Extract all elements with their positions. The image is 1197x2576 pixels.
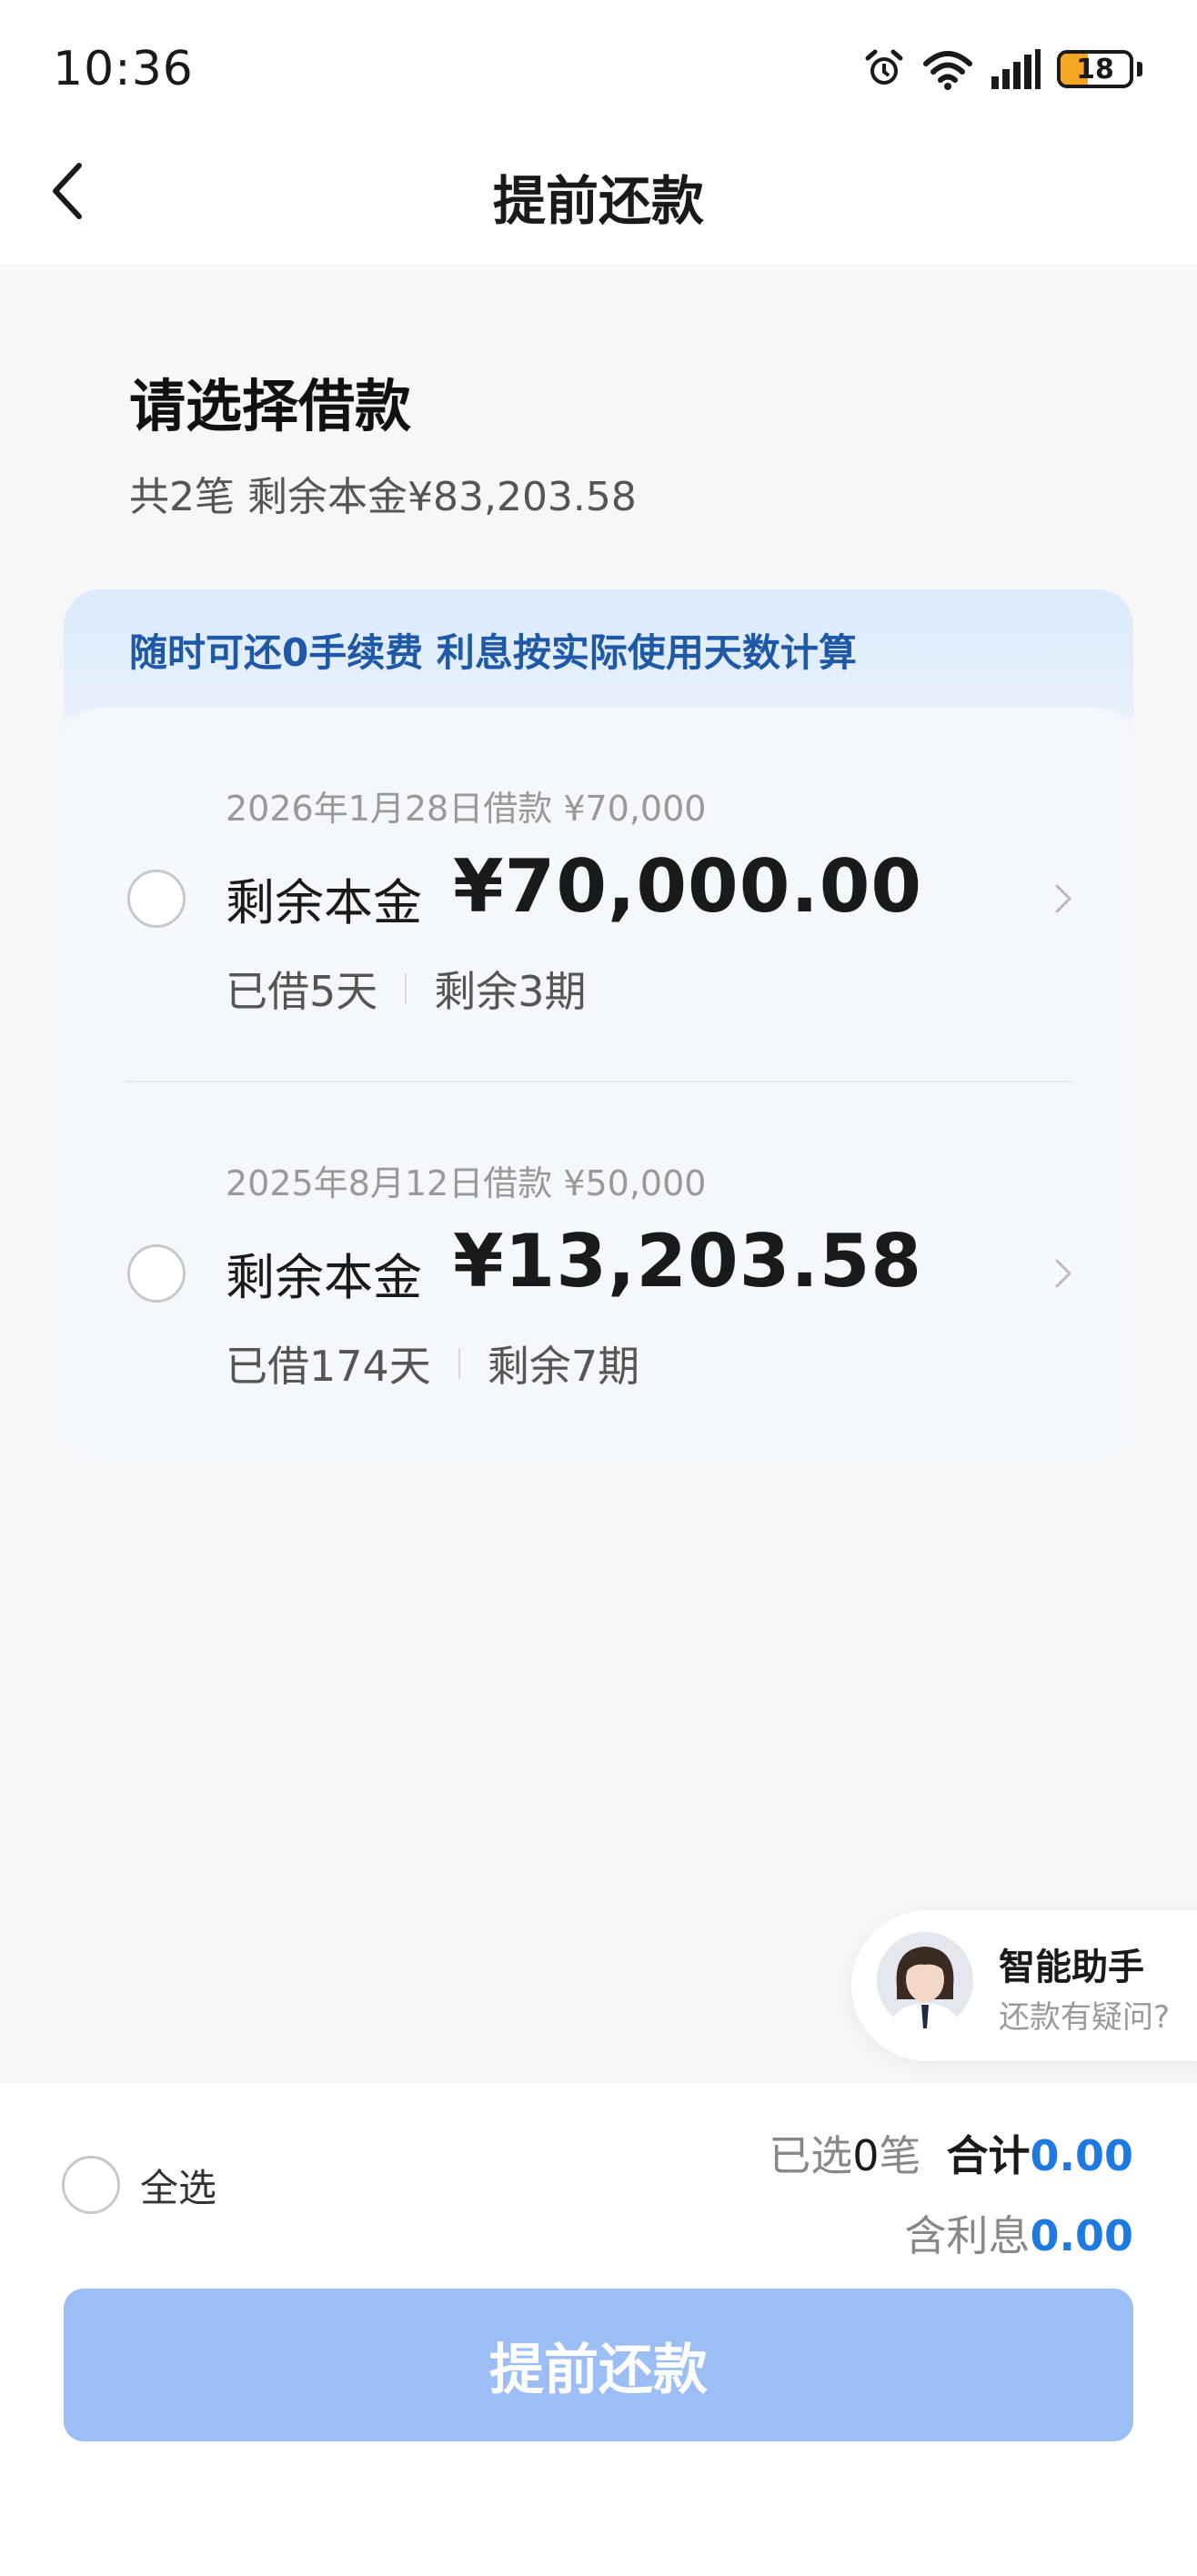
assistant-avatar [877, 1932, 973, 2028]
loan-days: 已借174天 [226, 1342, 431, 1391]
interest-label: 含利息 [904, 2211, 1031, 2260]
loan-principal-label: 剩余本金 [226, 874, 422, 931]
selected-suffix: 笔 [879, 2131, 921, 2180]
avatar-icon [877, 1932, 973, 2028]
selected-prefix: 已选 [769, 2131, 853, 2180]
signal-icon [991, 49, 1041, 89]
loan-date: 2025年8月12日借款 ¥50,000 [226, 1163, 707, 1203]
total-label: 合计 [946, 2131, 1031, 2180]
status-icons: 18 [862, 47, 1142, 91]
loan-checkbox[interactable] [127, 1244, 186, 1303]
loan-item[interactable]: 2026年1月28日借款 ¥70,000 剩余本金 ¥70,000.00 已借5… [64, 708, 1133, 1082]
prepay-button[interactable]: 提前还款 [64, 2289, 1133, 2441]
status-time: 10:36 [53, 42, 194, 96]
select-all-label: 全选 [140, 2165, 217, 2210]
section-subtitle: 共2笔 剩余本金¥83,203.58 [129, 474, 637, 520]
select-all-checkbox[interactable] [62, 2156, 120, 2214]
chevron-right-icon [1055, 884, 1071, 913]
payment-summary: 已选0笔 合计0.00 含利息0.00 [769, 2123, 1133, 2263]
selected-count: 0 [852, 2131, 880, 2180]
loan-meta: 已借174天 剩余7期 [226, 1333, 639, 1394]
loan-days: 已借5天 [226, 967, 378, 1016]
alarm-icon [865, 49, 903, 85]
assistant-subtitle: 还款有疑问? [999, 1999, 1171, 2036]
loan-periods: 剩余3期 [434, 967, 587, 1016]
loan-list: 2026年1月28日借款 ¥70,000 剩余本金 ¥70,000.00 已借5… [64, 708, 1133, 1463]
fee-banner: 随时可还0手续费 利息按实际使用天数计算 [129, 630, 857, 675]
loan-periods: 剩余7期 [487, 1342, 640, 1391]
total-value: 0.00 [1030, 2131, 1134, 2180]
page-title: 提前还款 [492, 170, 704, 232]
loan-item[interactable]: 2025年8月12日借款 ¥50,000 剩余本金 ¥13,203.58 已借1… [64, 1082, 1133, 1455]
loan-meta: 已借5天 剩余3期 [226, 959, 587, 1019]
battery-icon: 18 [1057, 50, 1133, 88]
summary-interest: 含利息0.00 [769, 2203, 1134, 2263]
loan-principal-amount: ¥13,203.58 [453, 1219, 923, 1303]
loan-date: 2026年1月28日借款 ¥70,000 [226, 789, 707, 829]
loans-card: 随时可还0手续费 利息按实际使用天数计算 2026年1月28日借款 ¥70,00… [64, 589, 1133, 1463]
assistant-widget[interactable]: 智能助手 还款有疑问? [851, 1910, 1197, 2061]
battery-tip [1137, 62, 1142, 76]
nav-bar: 提前还款 [0, 146, 1197, 264]
loan-checkbox[interactable] [127, 870, 186, 928]
assistant-title: 智能助手 [999, 1947, 1144, 1988]
wifi-icon [923, 51, 972, 90]
meta-divider [458, 1348, 460, 1379]
battery-level: 18 [1076, 53, 1114, 86]
status-bar: 10:36 18 [0, 0, 1197, 146]
select-all-toggle[interactable]: 全选 [62, 2156, 216, 2214]
interest-value: 0.00 [1030, 2211, 1134, 2260]
section-title: 请选择借款 [129, 373, 412, 439]
chevron-right-icon [1055, 1259, 1071, 1288]
bottom-bar: 全选 已选0笔 合计0.00 含利息0.00 提前还款 [0, 2083, 1197, 2576]
summary-selected: 已选0笔 合计0.00 [769, 2123, 1133, 2183]
meta-divider [405, 973, 407, 1004]
loan-principal-amount: ¥70,000.00 [453, 844, 923, 929]
loan-principal-label: 剩余本金 [226, 1249, 422, 1306]
